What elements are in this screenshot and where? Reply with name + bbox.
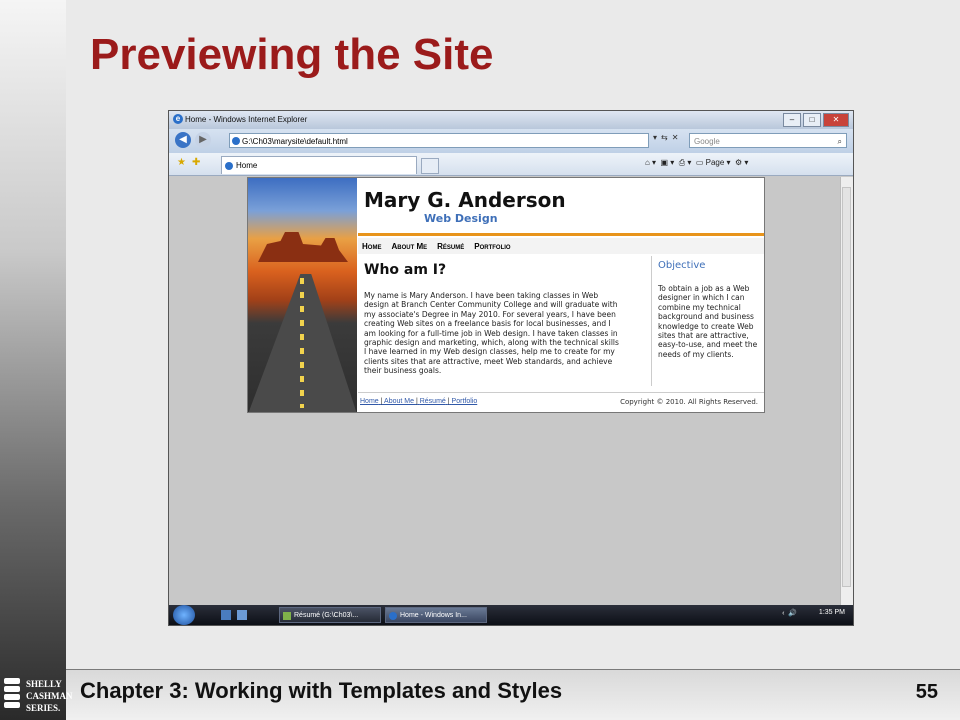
close-button[interactable]: ✕	[823, 113, 849, 127]
footer-link-resume[interactable]: Résumé	[420, 398, 446, 405]
address-field[interactable]: G:\Ch03\marysite\default.html	[229, 133, 649, 148]
chapter-footer: Chapter 3: Working with Templates and St…	[80, 678, 563, 703]
favorites-icons[interactable]: ★✚	[177, 157, 206, 168]
logo-line-2: CASHMAN	[26, 691, 73, 701]
ie-taskbar-icon	[389, 612, 397, 620]
quicklaunch-desktop-icon[interactable]	[221, 610, 231, 620]
tab-label: Home	[236, 161, 258, 170]
taskbar-item-home-label: Home - Windows In...	[400, 612, 467, 619]
taskbar: Résumé (G:\Ch03\... Home - Windows In...…	[169, 605, 853, 625]
nav-resume[interactable]: Résumé	[437, 242, 464, 251]
tab-home[interactable]: Home	[221, 156, 417, 174]
ie-icon: e	[173, 114, 183, 124]
refresh-stop-icons[interactable]: ▾⇆✕	[653, 133, 682, 142]
vertical-scrollbar[interactable]	[840, 177, 853, 605]
address-toolbar: ◀ ▶ G:\Ch03\marysite\default.html ▾⇆✕ Go…	[169, 129, 853, 153]
copyright: Copyright © 2010. All Rights Reserved.	[620, 398, 758, 406]
page-menu[interactable]: Page	[706, 158, 725, 167]
window-controls: – □ ✕	[783, 113, 849, 127]
command-bar[interactable]: ⌂ ▾ ▣ ▾ ⎙ ▾ ▭ Page ▾ ⚙ ▾	[645, 158, 748, 168]
tab-icon	[225, 162, 233, 170]
lane-markings	[300, 278, 304, 408]
footer-link-about[interactable]: About Me	[384, 398, 414, 405]
content-heading: Who am I?	[364, 262, 447, 278]
quicklaunch-switch-icon[interactable]	[237, 610, 247, 620]
books-icon	[4, 678, 20, 712]
taskbar-item-resume[interactable]: Résumé (G:\Ch03\...	[279, 607, 381, 623]
website-preview: Mary G. Anderson Web Design Home About M…	[247, 177, 765, 413]
column-divider	[651, 256, 652, 386]
scroll-thumb[interactable]	[842, 187, 851, 587]
site-subtitle: Web Design	[424, 212, 498, 225]
page-icon	[232, 137, 240, 145]
page-number: 55	[915, 681, 938, 703]
clock: 1:35 PM	[818, 609, 845, 616]
back-button[interactable]: ◀	[175, 132, 191, 148]
browser-content-area: Mary G. Anderson Web Design Home About M…	[175, 177, 839, 605]
tab-bar: ★✚ Home ⌂ ▾ ▣ ▾ ⎙ ▾ ▭ Page ▾ ⚙ ▾	[169, 153, 853, 176]
objective-text: To obtain a job as a Web designer in whi…	[658, 284, 758, 359]
browser-titlebar: e Home - Windows Internet Explorer – □ ✕	[169, 111, 853, 129]
taskbar-item-home[interactable]: Home - Windows In...	[385, 607, 487, 623]
system-tray[interactable]: ‹ 🔊	[782, 609, 797, 617]
footer-link-portfolio[interactable]: Portfolio	[452, 398, 478, 405]
window-title: Home - Windows Internet Explorer	[185, 115, 308, 124]
shelly-cashman-logo: SHELLY CASHMAN SERIES.	[4, 676, 73, 716]
slide-title: Previewing the Site	[90, 30, 494, 79]
site-nav: Home About Me Résumé Portfolio	[358, 238, 764, 254]
start-button[interactable]	[173, 605, 195, 625]
footer-divider	[358, 392, 764, 393]
left-gradient-bar	[0, 0, 66, 720]
nav-portfolio[interactable]: Portfolio	[474, 242, 510, 251]
new-tab-button[interactable]	[421, 158, 439, 174]
search-placeholder: Google	[694, 137, 720, 146]
taskbar-item-resume-label: Résumé (G:\Ch03\...	[294, 612, 359, 619]
road-photo	[248, 178, 357, 412]
minimize-button[interactable]: –	[783, 113, 801, 127]
footer-link-home[interactable]: Home	[360, 398, 379, 405]
document-icon	[283, 612, 291, 620]
nav-about[interactable]: About Me	[391, 242, 427, 251]
bio-text: My name is Mary Anderson. I have been ta…	[364, 291, 619, 376]
search-field[interactable]: Google ⌕	[689, 133, 847, 148]
objective-heading: Objective	[658, 260, 706, 271]
forward-button[interactable]: ▶	[195, 132, 211, 148]
maximize-button[interactable]: □	[803, 113, 821, 127]
search-icon[interactable]: ⌕	[838, 134, 842, 149]
browser-window: e Home - Windows Internet Explorer – □ ✕…	[168, 110, 854, 626]
orange-divider	[358, 233, 764, 236]
site-name: Mary G. Anderson	[364, 188, 566, 212]
logo-line-3: SERIES.	[26, 703, 61, 713]
mesa-shape	[258, 232, 348, 262]
logo-line-1: SHELLY	[26, 679, 62, 689]
address-text: G:\Ch03\marysite\default.html	[242, 137, 348, 146]
footer-links: Home | About Me | Résumé | Portfolio	[360, 398, 478, 405]
nav-home[interactable]: Home	[362, 242, 381, 251]
